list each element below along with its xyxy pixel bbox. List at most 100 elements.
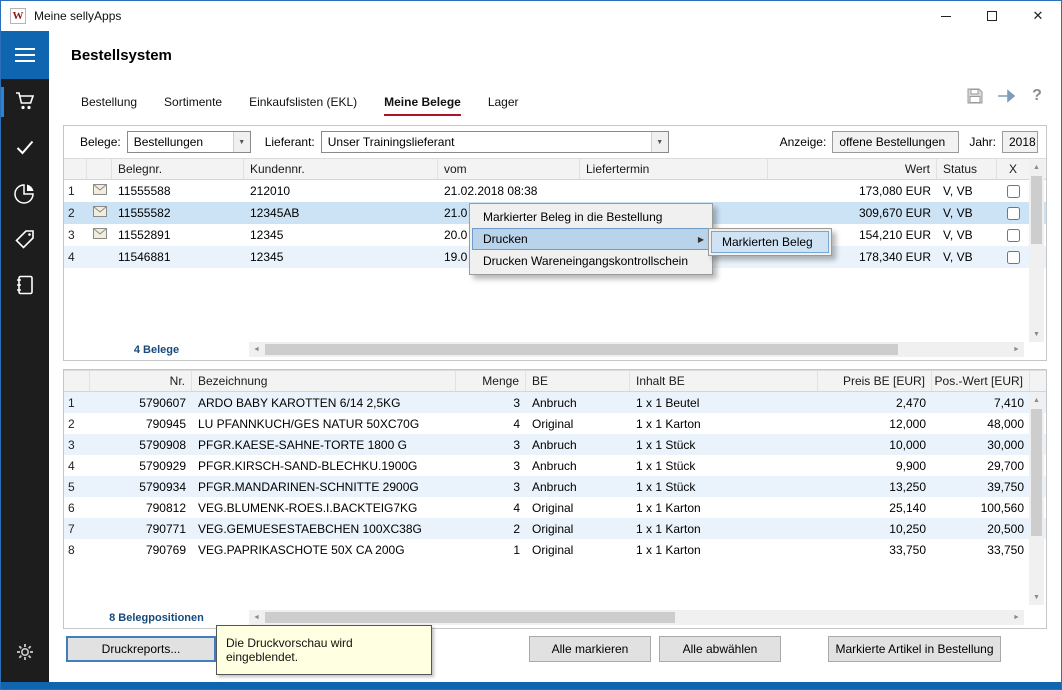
orders-horizontal-scrollbar[interactable]: ◄ ► xyxy=(249,342,1024,357)
scroll-left-icon[interactable]: ◄ xyxy=(249,610,264,625)
col-wert[interactable]: Wert xyxy=(768,159,937,179)
scrollbar-thumb[interactable] xyxy=(265,344,898,355)
positions-horizontal-scrollbar[interactable]: ◄ ► xyxy=(249,610,1024,625)
row-checkbox[interactable] xyxy=(1007,229,1020,242)
col-kundennr[interactable]: Kundennr. xyxy=(244,159,438,179)
cell-status[interactable]: V, VB xyxy=(937,250,997,264)
sidebar-item-pie[interactable] xyxy=(1,171,49,217)
cell-nr[interactable]: 790945 xyxy=(90,417,192,431)
cell-bezeichnung[interactable]: VEG.PAPRIKASCHOTE 50X CA 200G xyxy=(192,543,456,557)
cell-bezeichnung[interactable]: PFGR.KIRSCH-SAND-BLECHKU.1900G xyxy=(192,459,456,473)
col-preis-be[interactable]: Preis BE [EUR] xyxy=(818,371,932,391)
cell-nr[interactable]: 790769 xyxy=(90,543,192,557)
position-row[interactable]: 55790934PFGR.MANDARINEN-SCHNITTE 2900G3A… xyxy=(64,476,1046,497)
scroll-down-icon[interactable]: ▼ xyxy=(1029,590,1044,605)
row-checkbox[interactable] xyxy=(1007,185,1020,198)
druckreports-button[interactable]: Druckreports... xyxy=(66,636,216,662)
sidebar-item-cart[interactable] xyxy=(1,79,49,125)
cell-belegnr[interactable]: 11555582 xyxy=(112,206,244,220)
sidebar-item-tag[interactable] xyxy=(1,217,49,263)
cell-preis-be[interactable]: 10,000 xyxy=(818,438,932,452)
cell-pos-wert[interactable]: 33,750 xyxy=(932,543,1030,557)
cell-pos-wert[interactable]: 29,700 xyxy=(932,459,1030,473)
cell-belegnr[interactable]: 11552891 xyxy=(112,228,244,242)
scroll-left-icon[interactable]: ◄ xyxy=(249,342,264,357)
position-row[interactable]: 7790771VEG.GEMUESESTAEBCHEN 100XC38G2Ori… xyxy=(64,518,1046,539)
cell-kundennr[interactable]: 212010 xyxy=(244,184,438,198)
scroll-right-icon[interactable]: ► xyxy=(1009,610,1024,625)
tab-einkaufslisten[interactable]: Einkaufslisten (EKL) xyxy=(249,95,357,116)
cell-preis-be[interactable]: 12,000 xyxy=(818,417,932,431)
close-button[interactable]: ✕ xyxy=(1015,1,1061,31)
cell-menge[interactable]: 4 xyxy=(456,501,526,515)
position-row[interactable]: 15790607ARDO BABY KAROTTEN 6/14 2,5KG3An… xyxy=(64,392,1046,413)
cell-menge[interactable]: 3 xyxy=(456,459,526,473)
cell-vom[interactable]: 21.02.2018 08:38 xyxy=(438,184,580,198)
cell-preis-be[interactable]: 9,900 xyxy=(818,459,932,473)
tab-meine-belege[interactable]: Meine Belege xyxy=(384,95,461,116)
cell-be[interactable]: Original xyxy=(526,501,630,515)
position-row[interactable]: 45790929PFGR.KIRSCH-SAND-BLECHKU.1900G3A… xyxy=(64,455,1046,476)
col-be[interactable]: BE xyxy=(526,371,630,391)
cell-belegnr[interactable]: 11546881 xyxy=(112,250,244,264)
cell-preis-be[interactable]: 10,250 xyxy=(818,522,932,536)
cell-status[interactable]: V, VB xyxy=(937,184,997,198)
cell-status[interactable]: V, VB xyxy=(937,228,997,242)
cell-select[interactable] xyxy=(997,185,1030,198)
cell-menge[interactable]: 2 xyxy=(456,522,526,536)
cell-be[interactable]: Original xyxy=(526,522,630,536)
col-status[interactable]: Status xyxy=(937,159,997,179)
cell-menge[interactable]: 4 xyxy=(456,417,526,431)
col-nr[interactable]: Nr. xyxy=(90,371,192,391)
lieferant-dropdown[interactable]: Unser Trainingslieferant ▼ xyxy=(321,131,669,153)
col-belegnr[interactable]: Belegnr. xyxy=(112,159,244,179)
cell-menge[interactable]: 3 xyxy=(456,438,526,452)
cell-bezeichnung[interactable]: PFGR.KAESE-SAHNE-TORTE 1800 G xyxy=(192,438,456,452)
col-inhalt-be[interactable]: Inhalt BE xyxy=(630,371,818,391)
scroll-down-icon[interactable]: ▼ xyxy=(1029,327,1044,342)
cell-menge[interactable]: 1 xyxy=(456,543,526,557)
scroll-up-icon[interactable]: ▲ xyxy=(1029,160,1044,175)
row-checkbox[interactable] xyxy=(1007,251,1020,264)
cell-select[interactable] xyxy=(997,207,1030,220)
position-row[interactable]: 6790812VEG.BLUMENK-ROES.I.BACKTEIG7KG4Or… xyxy=(64,497,1046,518)
cell-inhalt-be[interactable]: 1 x 1 Karton xyxy=(630,522,818,536)
help-icon[interactable]: ? xyxy=(1027,86,1047,106)
cell-bezeichnung[interactable]: VEG.GEMUESESTAEBCHEN 100XC38G xyxy=(192,522,456,536)
markierte-artikel-button[interactable]: Markierte Artikel in Bestellung xyxy=(828,636,1001,662)
cell-inhalt-be[interactable]: 1 x 1 Stück xyxy=(630,459,818,473)
cell-menge[interactable]: 3 xyxy=(456,396,526,410)
cell-nr[interactable]: 5790934 xyxy=(90,480,192,494)
anzeige-field[interactable]: offene Bestellungen xyxy=(832,131,959,153)
col-liefertermin[interactable]: Liefertermin xyxy=(580,159,768,179)
cell-bezeichnung[interactable]: LU PFANNKUCH/GES NATUR 50XC70G xyxy=(192,417,456,431)
col-x[interactable]: X xyxy=(997,159,1030,179)
cell-pos-wert[interactable]: 20,500 xyxy=(932,522,1030,536)
belege-dropdown[interactable]: Bestellungen ▼ xyxy=(127,131,251,153)
cell-nr[interactable]: 5790908 xyxy=(90,438,192,452)
forward-arrow-icon[interactable] xyxy=(996,86,1016,106)
cell-pos-wert[interactable]: 7,410 xyxy=(932,396,1030,410)
cell-preis-be[interactable]: 2,470 xyxy=(818,396,932,410)
row-checkbox[interactable] xyxy=(1007,207,1020,220)
col-vom[interactable]: vom xyxy=(438,159,580,179)
position-row[interactable]: 2790945LU PFANNKUCH/GES NATUR 50XC70G4Or… xyxy=(64,413,1046,434)
cell-inhalt-be[interactable]: 1 x 1 Stück xyxy=(630,480,818,494)
tab-bestellung[interactable]: Bestellung xyxy=(81,95,137,116)
cell-belegnr[interactable]: 11555588 xyxy=(112,184,244,198)
order-row[interactable]: 11155558821201021.02.2018 08:38173,080 E… xyxy=(64,180,1046,202)
cell-inhalt-be[interactable]: 1 x 1 Karton xyxy=(630,543,818,557)
positions-vertical-scrollbar[interactable]: ▲ ▼ xyxy=(1029,393,1044,605)
cell-pos-wert[interactable]: 30,000 xyxy=(932,438,1030,452)
cell-be[interactable]: Original xyxy=(526,417,630,431)
cell-preis-be[interactable]: 25,140 xyxy=(818,501,932,515)
cell-pos-wert[interactable]: 48,000 xyxy=(932,417,1030,431)
cell-inhalt-be[interactable]: 1 x 1 Karton xyxy=(630,501,818,515)
cell-inhalt-be[interactable]: 1 x 1 Beutel xyxy=(630,396,818,410)
menu-item-drucken[interactable]: Drucken ▶ xyxy=(472,228,710,250)
cell-select[interactable] xyxy=(997,229,1030,242)
save-icon[interactable] xyxy=(965,86,985,106)
cell-bezeichnung[interactable]: VEG.BLUMENK-ROES.I.BACKTEIG7KG xyxy=(192,501,456,515)
orders-vertical-scrollbar[interactable]: ▲ ▼ xyxy=(1029,160,1044,342)
col-bezeichnung[interactable]: Bezeichnung xyxy=(192,371,456,391)
